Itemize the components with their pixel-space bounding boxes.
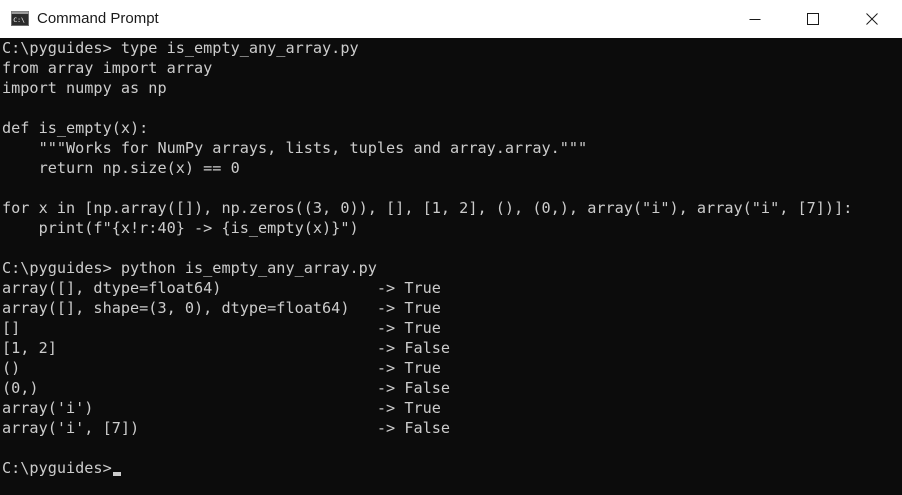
title-bar[interactable]: C:\ Command Prompt: [0, 0, 902, 38]
command-prompt-window: C:\ Command Prompt C:\pyguides> type is_…: [0, 0, 902, 495]
close-button[interactable]: [843, 0, 901, 38]
terminal-line: C:\pyguides> python is_empty_any_array.p…: [2, 259, 377, 277]
terminal-line: (0,) -> False: [2, 379, 451, 397]
terminal-line: () -> True: [2, 359, 441, 377]
close-icon: [866, 13, 878, 25]
terminal-line: array([], shape=(3, 0), dtype=float64) -…: [2, 299, 441, 317]
command-prompt-line[interactable]: C:\pyguides>: [2, 458, 852, 478]
terminal-line: for x in [np.array([]), np.zeros((3, 0))…: [2, 199, 853, 217]
terminal-line: array([], dtype=float64) -> True: [2, 279, 441, 297]
terminal-line: [1, 2] -> False: [2, 339, 451, 357]
terminal-line: return np.size(x) == 0: [2, 159, 240, 177]
terminal-output[interactable]: C:\pyguides> type is_empty_any_array.py …: [0, 38, 902, 495]
prompt-text: C:\pyguides>: [2, 459, 112, 477]
terminal-line: array('i') -> True: [2, 399, 441, 417]
terminal-line: C:\pyguides> type is_empty_any_array.py: [2, 39, 359, 57]
terminal-lines: C:\pyguides> type is_empty_any_array.py …: [2, 38, 852, 478]
minimize-icon: [749, 19, 761, 20]
terminal-line: import numpy as np: [2, 79, 167, 97]
maximize-icon: [807, 13, 819, 25]
command-prompt-icon: C:\: [11, 11, 29, 26]
terminal-line: def is_empty(x):: [2, 119, 149, 137]
terminal-line: """Works for NumPy arrays, lists, tuples…: [2, 139, 588, 157]
terminal-line: print(f"{x!r:40} -> {is_empty(x)}"): [2, 219, 359, 237]
minimize-button[interactable]: [726, 0, 784, 38]
text-cursor: [112, 472, 121, 476]
maximize-button[interactable]: [784, 0, 842, 38]
terminal-line: array('i', [7]) -> False: [2, 419, 451, 437]
terminal-line: [] -> True: [2, 319, 441, 337]
terminal-line: from array import array: [2, 59, 213, 77]
window-title: Command Prompt: [37, 10, 159, 27]
svg-text:C:\: C:\: [13, 16, 25, 24]
